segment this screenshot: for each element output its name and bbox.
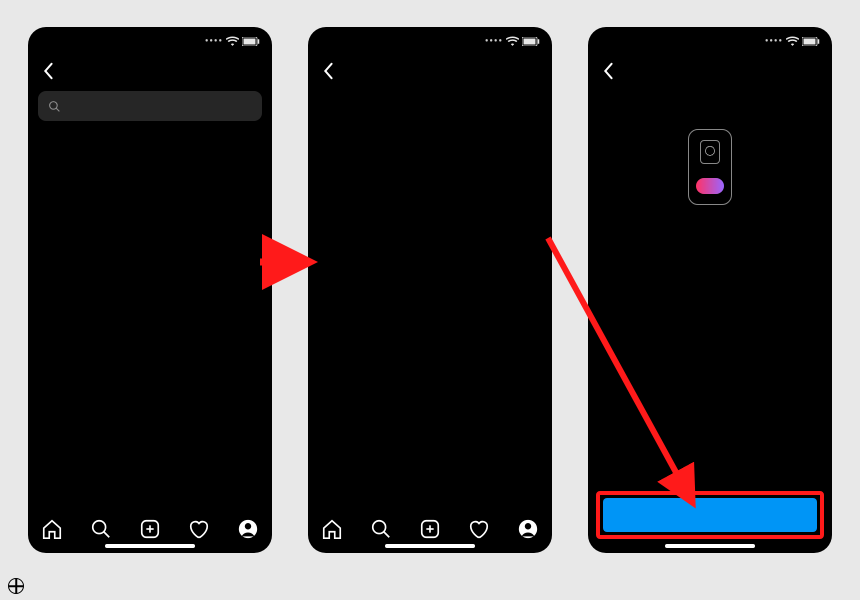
plus-square-icon: [139, 518, 161, 540]
search-icon: [370, 518, 392, 540]
back-button[interactable]: [36, 59, 60, 83]
heart-icon: [188, 518, 210, 540]
tab-activity[interactable]: [466, 516, 492, 542]
search-input[interactable]: [38, 91, 262, 121]
battery-icon: [242, 37, 260, 46]
status-indicators: ••••: [205, 36, 260, 47]
battery-icon: [522, 37, 540, 46]
tab-home[interactable]: [319, 516, 345, 542]
settings-rows: [28, 127, 272, 505]
twofa-illustration-icon: [688, 129, 732, 205]
signal-icon: ••••: [485, 36, 503, 47]
tab-profile[interactable]: [515, 516, 541, 542]
battery-icon: [802, 37, 820, 46]
wifi-icon: [226, 36, 239, 46]
tab-new-post[interactable]: [417, 516, 443, 542]
tab-activity[interactable]: [186, 516, 212, 542]
home-indicator: [385, 544, 475, 548]
home-icon: [41, 518, 63, 540]
watermark: [8, 578, 29, 594]
screen-twofa: ••••: [588, 27, 832, 553]
globe-icon: [8, 578, 24, 594]
tab-profile[interactable]: [235, 516, 261, 542]
security-rows: [308, 89, 552, 505]
wifi-icon: [786, 36, 799, 46]
screen-settings: ••••: [28, 27, 272, 553]
status-bar: ••••: [588, 27, 832, 55]
chevron-left-icon: [602, 62, 614, 80]
get-started-button[interactable]: [603, 498, 817, 532]
header: [28, 55, 272, 89]
chevron-left-icon: [42, 62, 54, 80]
plus-square-icon: [419, 518, 441, 540]
wifi-icon: [506, 36, 519, 46]
status-indicators: ••••: [765, 36, 820, 47]
tab-new-post[interactable]: [137, 516, 163, 542]
tab-search[interactable]: [368, 516, 394, 542]
header: [308, 55, 552, 89]
home-icon: [321, 518, 343, 540]
status-bar: ••••: [28, 27, 272, 55]
profile-icon: [237, 518, 259, 540]
back-button[interactable]: [316, 59, 340, 83]
get-started-highlight: [596, 491, 824, 539]
tab-home[interactable]: [39, 516, 65, 542]
home-indicator: [105, 544, 195, 548]
tab-search[interactable]: [88, 516, 114, 542]
status-bar: ••••: [308, 27, 552, 55]
heart-icon: [468, 518, 490, 540]
search-icon: [48, 100, 61, 113]
home-indicator: [665, 544, 755, 548]
status-indicators: ••••: [485, 36, 540, 47]
search-icon: [90, 518, 112, 540]
profile-icon: [517, 518, 539, 540]
header: [588, 55, 832, 89]
chevron-left-icon: [322, 62, 334, 80]
twofa-content: [588, 89, 832, 491]
screen-security: ••••: [308, 27, 552, 553]
tutorial-stage: •••• ••••: [0, 0, 860, 600]
back-button[interactable]: [596, 59, 620, 83]
signal-icon: ••••: [205, 36, 223, 47]
signal-icon: ••••: [765, 36, 783, 47]
